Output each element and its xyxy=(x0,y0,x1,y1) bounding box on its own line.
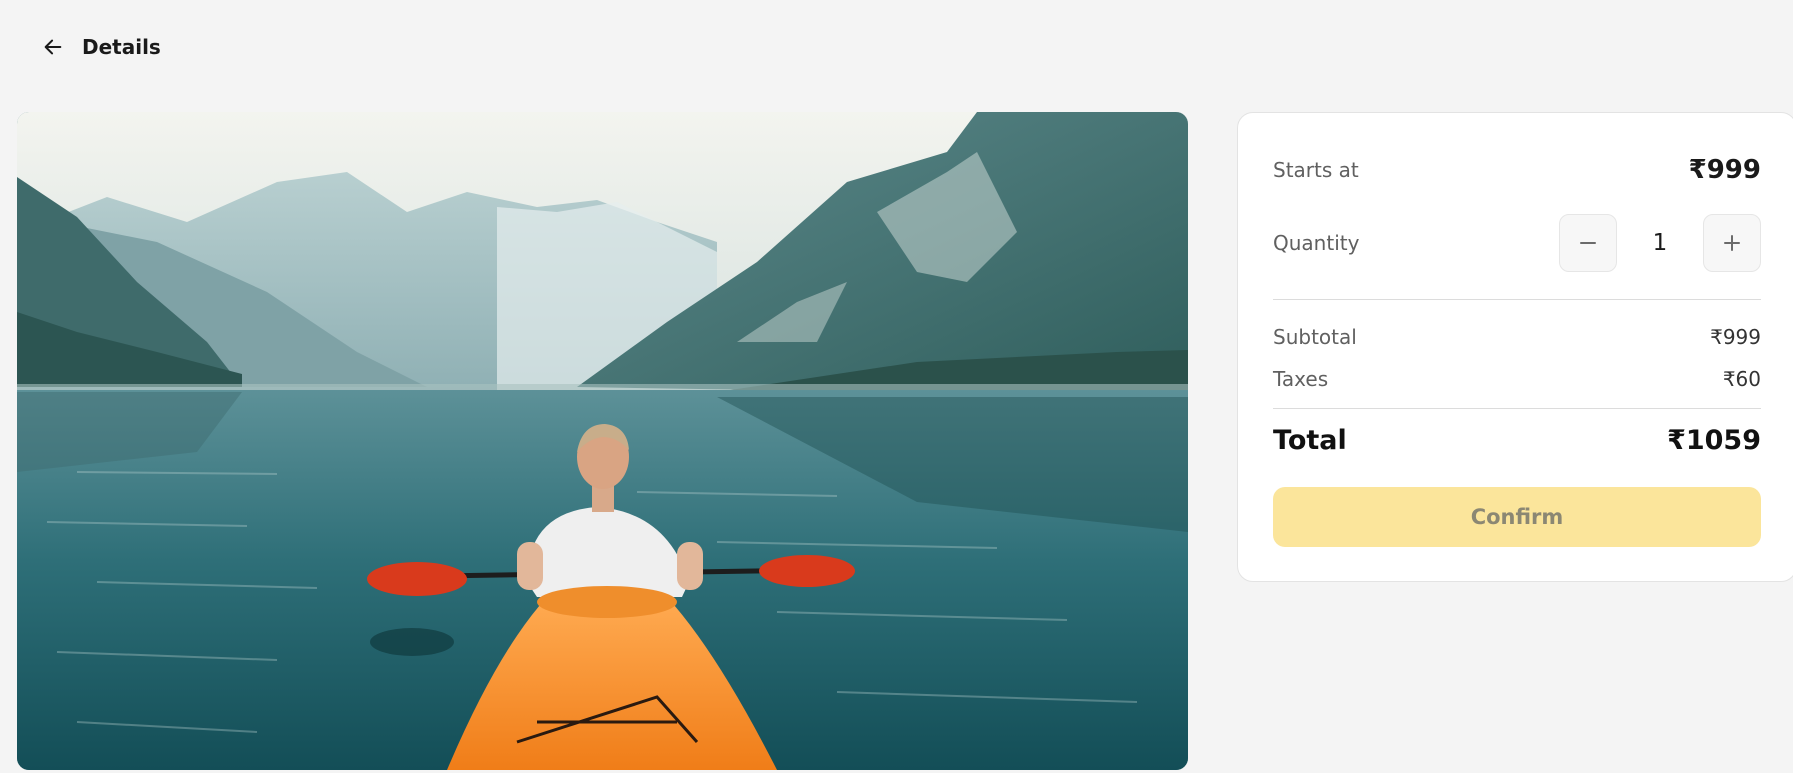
page-header: Details xyxy=(40,30,161,64)
plus-icon xyxy=(1724,235,1740,251)
taxes-value: ₹60 xyxy=(1722,367,1761,391)
taxes-row: Taxes ₹60 xyxy=(1273,367,1761,391)
confirm-button[interactable]: Confirm xyxy=(1273,487,1761,547)
quantity-label: Quantity xyxy=(1273,231,1360,255)
back-button[interactable] xyxy=(40,34,66,60)
starts-at-label: Starts at xyxy=(1273,158,1359,182)
decrement-button[interactable] xyxy=(1559,214,1617,272)
subtotal-row: Subtotal ₹999 xyxy=(1273,325,1761,349)
arrow-left-icon xyxy=(44,39,62,55)
subtotal-label: Subtotal xyxy=(1273,325,1357,349)
divider xyxy=(1273,408,1761,409)
divider xyxy=(1273,299,1761,300)
quantity-value: 1 xyxy=(1652,230,1668,256)
total-value: ₹1059 xyxy=(1667,425,1761,456)
hero-image xyxy=(17,112,1188,770)
taxes-label: Taxes xyxy=(1273,367,1329,391)
subtotal-value: ₹999 xyxy=(1710,325,1761,349)
total-row: Total ₹1059 xyxy=(1273,425,1761,456)
starts-at-price: ₹999 xyxy=(1688,155,1761,185)
booking-card: Starts at ₹999 Quantity 1 Subtotal ₹999 … xyxy=(1237,112,1793,582)
minus-icon xyxy=(1580,242,1596,244)
quantity-row: Quantity 1 xyxy=(1273,214,1761,272)
starts-at-row: Starts at ₹999 xyxy=(1273,155,1761,185)
total-label: Total xyxy=(1273,425,1347,456)
kayak-lake-photo xyxy=(17,112,1188,770)
increment-button[interactable] xyxy=(1703,214,1761,272)
page-title: Details xyxy=(82,35,161,59)
quantity-stepper: 1 xyxy=(1559,214,1761,272)
